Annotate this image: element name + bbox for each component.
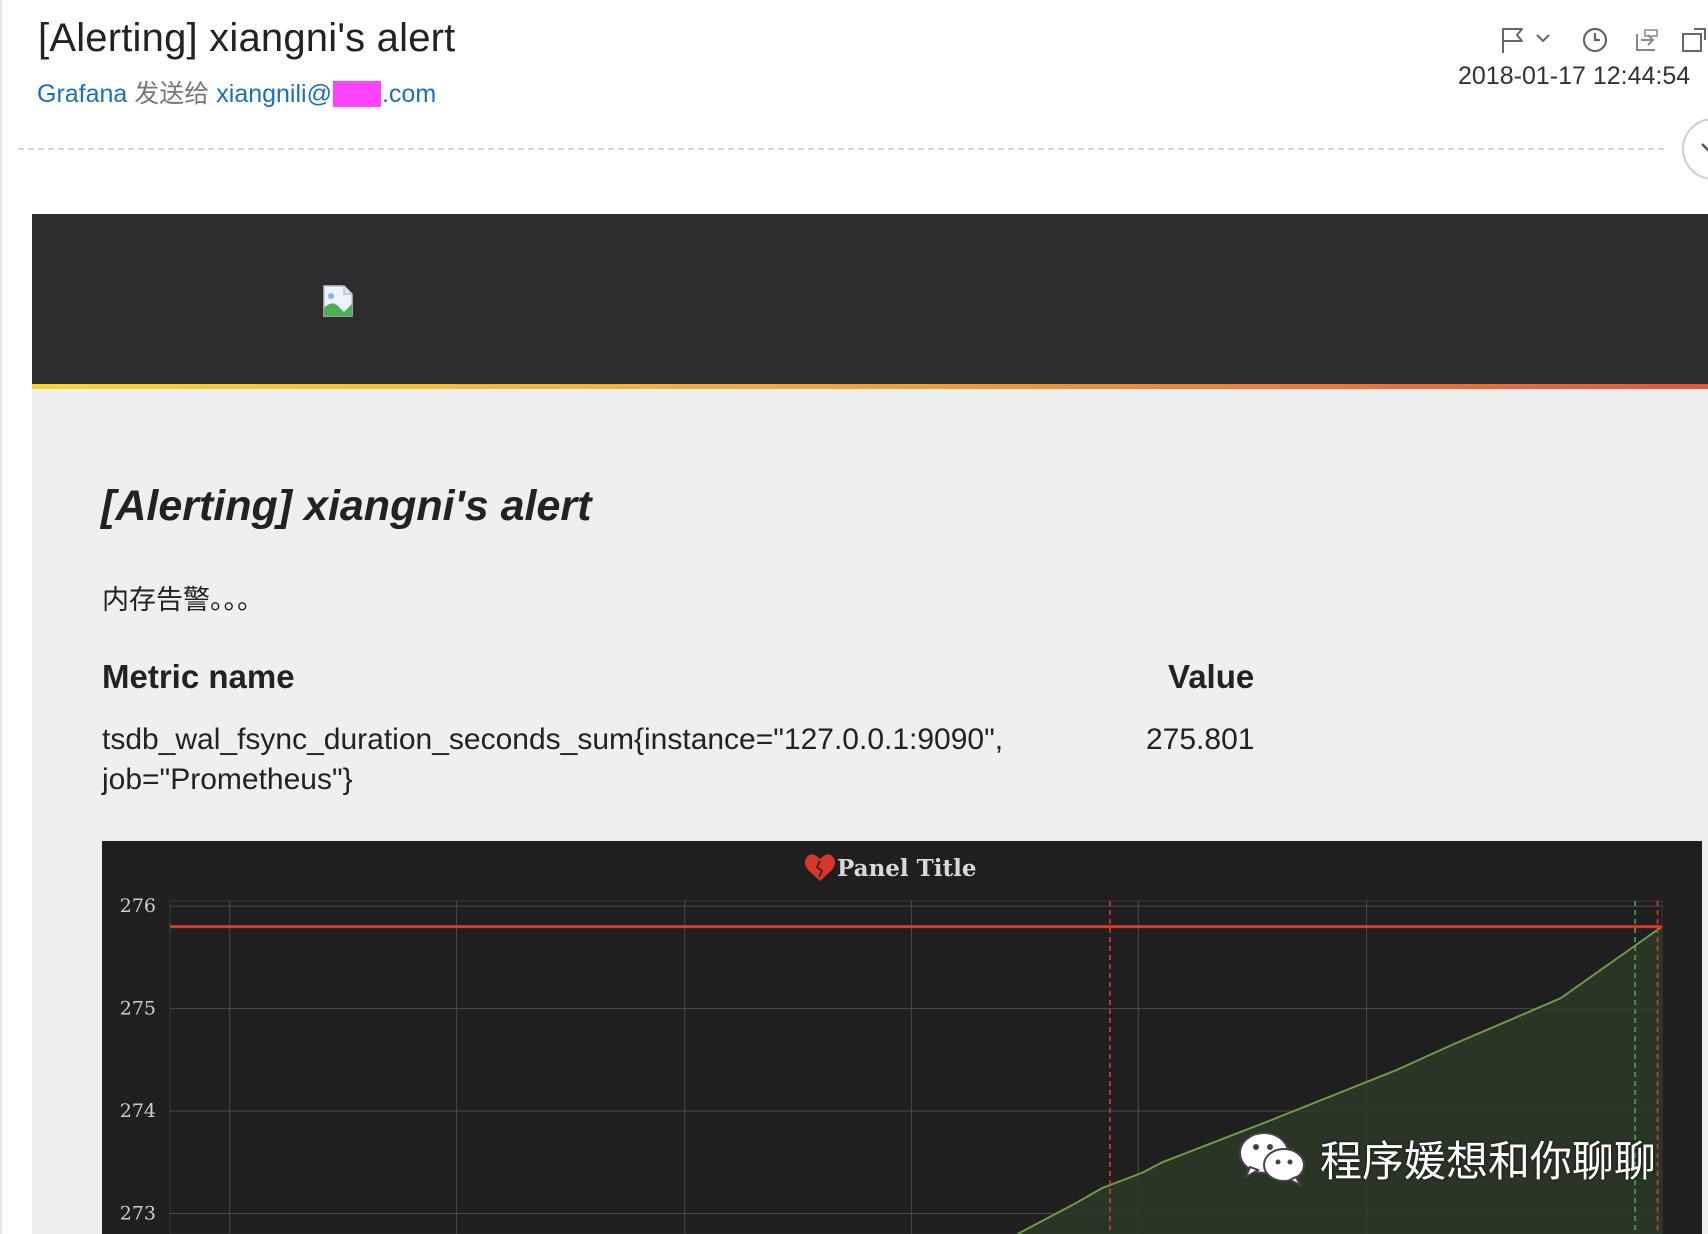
broken-image-icon [323, 285, 353, 317]
sent-to-label: 发送给 [134, 80, 210, 108]
panel-title-group: Panel Title [804, 854, 977, 882]
flag-button[interactable] [1500, 22, 1558, 58]
move-button[interactable] [1630, 22, 1664, 58]
metric-value-cell: 275.801 [1146, 723, 1255, 756]
header-divider [18, 148, 1664, 150]
chart-y-ticks: 276 275 274 273 [120, 895, 156, 1224]
email-toolbar [1500, 22, 1708, 58]
watermark-text: 程序媛想和你聊聊 [1320, 1137, 1657, 1185]
email-subject: [Alerting] xiangni's alert [38, 16, 456, 60]
metric-name-cell: tsdb_wal_fsync_duration_seconds_sum{inst… [102, 723, 1004, 796]
heart-icon [804, 854, 836, 881]
clock-icon [1582, 27, 1608, 53]
expand-button[interactable] [1682, 118, 1708, 180]
y-tick-label: 273 [120, 1203, 156, 1225]
chevron-down-icon [1701, 143, 1708, 152]
reminder-button[interactable] [1578, 22, 1612, 58]
grafana-banner [32, 214, 1708, 384]
alert-message: 内存告警。。。 [102, 585, 264, 615]
email-date: 2018-01-17 12:44:54 [1458, 62, 1691, 90]
recipient-user: xiangnili@ [216, 80, 332, 108]
more-button[interactable] [1680, 22, 1708, 58]
sender-line: Grafana 发送给 xiangnili@ .com [37, 74, 436, 110]
redaction-mark [332, 81, 381, 107]
left-border [0, 0, 2, 1234]
wechat-icon [1239, 1132, 1305, 1187]
move-folder-icon [1636, 29, 1658, 51]
panel-title: Panel Title [837, 855, 977, 882]
recipient-address[interactable]: xiangnili@ .com [216, 80, 436, 108]
value-header: Value [1168, 658, 1255, 695]
chevron-down-icon [1536, 34, 1550, 43]
y-tick-label: 275 [120, 998, 156, 1020]
wechat-watermark: 程序媛想和你聊聊 [1238, 1126, 1656, 1190]
flag-icon [1502, 28, 1550, 53]
alert-title: [Alerting] xiangni's alert [101, 482, 592, 530]
open-window-icon [1682, 28, 1706, 52]
y-tick-label: 274 [120, 1100, 156, 1122]
sender-name[interactable]: Grafana [37, 80, 127, 108]
y-tick-label: 276 [120, 895, 156, 917]
metric-name-header: Metric name [102, 658, 295, 695]
recipient-domain: .com [381, 80, 437, 108]
